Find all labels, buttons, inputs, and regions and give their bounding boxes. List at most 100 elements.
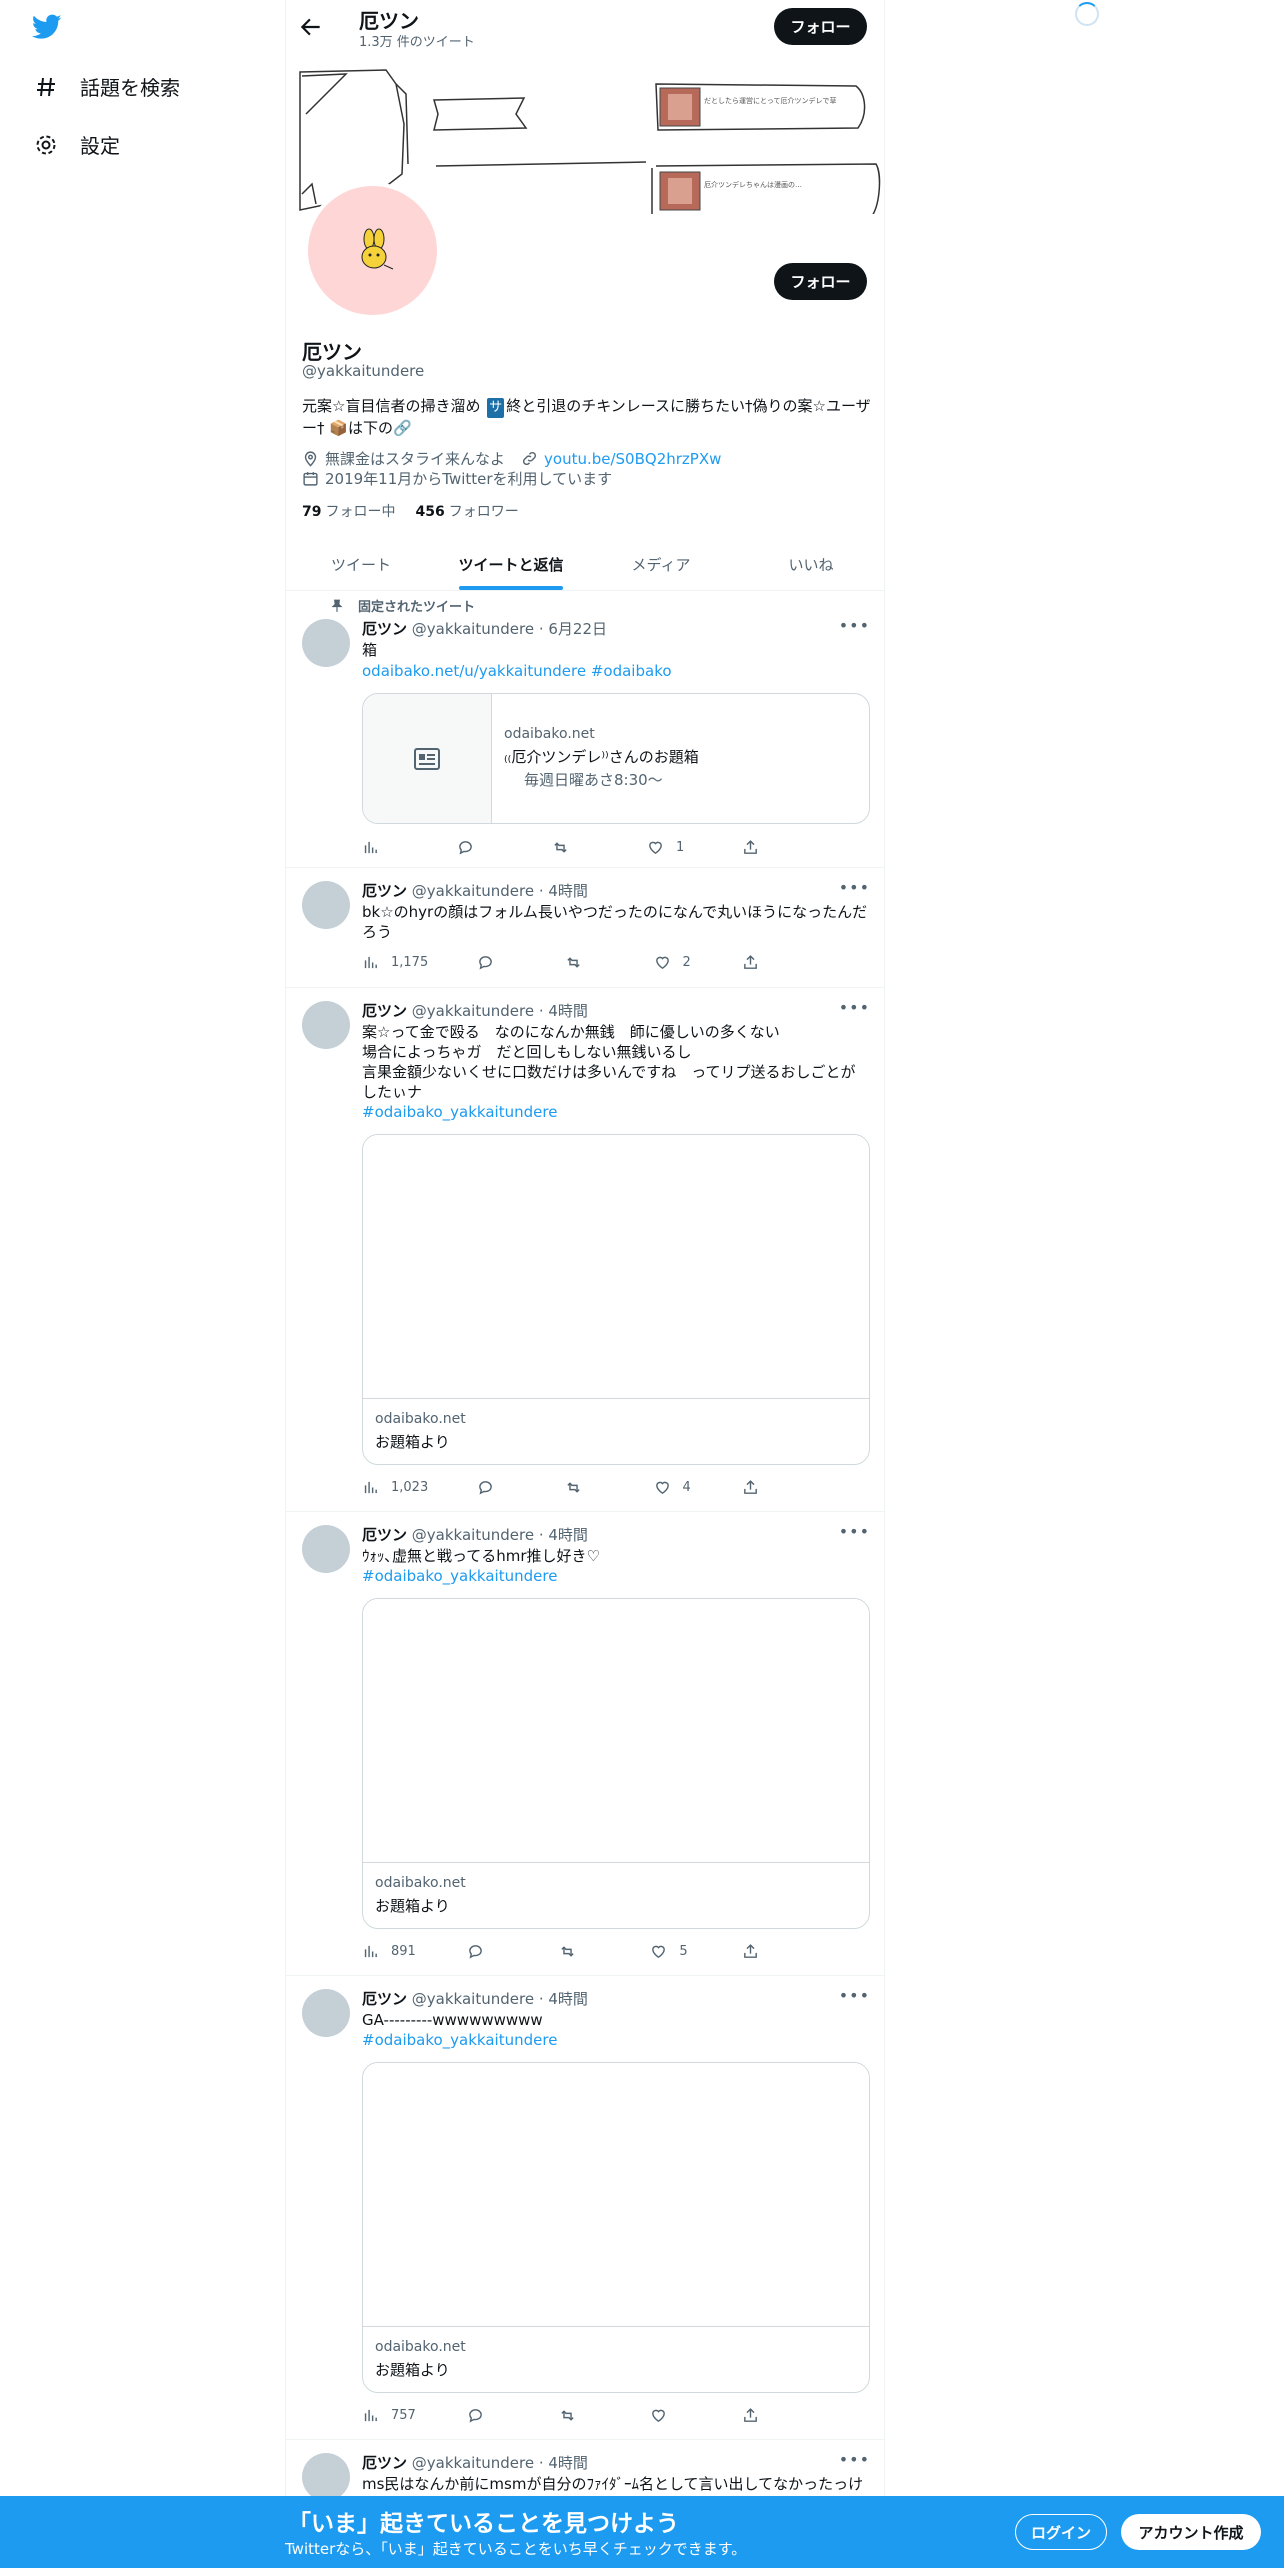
like-button[interactable]: 1: [647, 839, 687, 856]
reply-icon: [469, 1945, 483, 1959]
login-button[interactable]: ログイン: [1015, 2514, 1107, 2550]
topbar-follow-button[interactable]: フォロー: [774, 8, 867, 45]
more-options-icon[interactable]: •••: [839, 878, 870, 897]
tweet-item[interactable]: 厄ツン @yakkaitundere · 4時間 ••• 案☆って金で殴る なの…: [286, 988, 884, 1512]
profile-avatar[interactable]: [304, 182, 441, 319]
tweet-item[interactable]: 厄ツン @yakkaitundere · 4時間 ••• ｳｫｯ､虚無と戦ってる…: [286, 1512, 884, 1976]
views-button[interactable]: 757: [362, 2407, 416, 2424]
retweet-button[interactable]: [565, 954, 605, 971]
back-arrow-icon[interactable]: [298, 14, 324, 40]
tab-tweets-and-replies[interactable]: ツイートと返信: [436, 538, 586, 590]
banner-note-2: 厄介ツンデレちゃんは漫画の…: [704, 181, 802, 189]
following-link[interactable]: 79 フォロー中: [302, 501, 395, 521]
retweet-button[interactable]: [559, 2407, 599, 2424]
views-button[interactable]: 891: [362, 1943, 416, 1960]
like-button[interactable]: 4: [654, 1479, 694, 1496]
tweet-header: 厄ツン @yakkaitundere · 4時間: [362, 1526, 588, 1544]
retweet-button[interactable]: [565, 1479, 605, 1496]
profile-follow-button[interactable]: フォロー: [774, 263, 867, 300]
article-icon: [414, 747, 440, 770]
retweet-button[interactable]: [552, 839, 592, 856]
tab-tweets[interactable]: ツイート: [286, 538, 436, 590]
heart-icon: [652, 2409, 666, 2423]
tweet-item[interactable]: 厄ツン @yakkaitundere · 4時間 ••• GA---------…: [286, 1976, 884, 2440]
tweet-avatar[interactable]: [302, 1989, 350, 2037]
profile-tabs: ツイート ツイートと返信 メディア いいね: [286, 538, 884, 591]
topbar-name: 厄ツン: [359, 9, 419, 33]
share-button[interactable]: [742, 839, 782, 856]
retweet-button[interactable]: [559, 1943, 599, 1960]
profile-url-link[interactable]: youtu.be/S0BQ2hrzPXw: [544, 450, 721, 468]
link-card[interactable]: odaibako.net お題箱より: [362, 1598, 870, 1929]
tweet-header: 厄ツン @yakkaitundere · 4時間: [362, 2454, 588, 2472]
reply-icon: [478, 1481, 492, 1495]
tweet-actions: 757: [362, 2407, 782, 2424]
share-button[interactable]: [742, 1943, 782, 1960]
more-options-icon[interactable]: •••: [839, 1522, 870, 1541]
more-options-icon[interactable]: •••: [839, 1986, 870, 2005]
twitter-logo-icon[interactable]: [32, 14, 62, 40]
link-card[interactable]: odaibako.net お題箱より: [362, 1134, 870, 1465]
nav-explore[interactable]: 話題を検索: [34, 72, 180, 101]
link-card[interactable]: odaibako.net お題箱より: [362, 2062, 870, 2393]
like-button[interactable]: 2: [654, 954, 694, 971]
tab-likes[interactable]: いいね: [736, 538, 884, 590]
reply-icon: [478, 956, 492, 970]
like-button[interactable]: [650, 2407, 690, 2424]
reply-button[interactable]: [477, 954, 517, 971]
tweet-avatar[interactable]: [302, 1525, 350, 1573]
profile-name: 厄ツン: [302, 340, 362, 364]
tweet-item[interactable]: 厄ツン @yakkaitundere · 4時間 ••• bk☆のhyrの顔はフ…: [286, 868, 884, 988]
more-options-icon[interactable]: •••: [839, 998, 870, 1017]
signup-subtext: Twitterなら、「いま」起きていることをいち早くチェックできます。: [285, 2540, 747, 2558]
reply-button[interactable]: [467, 1943, 507, 1960]
share-button[interactable]: [742, 2407, 782, 2424]
reply-icon: [469, 2409, 483, 2423]
views-button[interactable]: 1,175: [362, 954, 428, 971]
tab-media[interactable]: メディア: [586, 538, 736, 590]
views-button[interactable]: [362, 839, 402, 856]
card-domain: odaibako.net: [504, 726, 595, 742]
profile-location-row: 無課金はスタライ来んなよ youtu.be/S0BQ2hrzPXw: [302, 448, 721, 469]
card-domain: odaibako.net: [375, 1411, 466, 1427]
share-icon: [744, 2408, 757, 2422]
followers-link[interactable]: 456 フォロワー: [415, 501, 518, 521]
retweet-icon: [567, 1482, 580, 1493]
tweet-hashtag[interactable]: #odaibako_yakkaitundere: [362, 2030, 870, 2050]
share-button[interactable]: [742, 954, 782, 971]
reply-button[interactable]: [457, 839, 497, 856]
more-options-icon[interactable]: •••: [839, 2450, 870, 2469]
views-button[interactable]: 1,023: [362, 1479, 428, 1496]
nav-settings[interactable]: 設定: [34, 130, 120, 159]
card-media: [363, 1135, 869, 1399]
tweet-links[interactable]: odaibako.net/u/yakkaitundere #odaibako: [362, 661, 870, 681]
tweet-count: 1.3万 件のツイート: [359, 35, 475, 50]
tweet-header: 厄ツン @yakkaitundere · 6月22日: [362, 620, 607, 638]
card-description: 毎週日曜あさ8:30〜: [524, 771, 663, 789]
tweet-actions: 1,023 4: [362, 1479, 782, 1496]
like-button[interactable]: 5: [650, 1943, 690, 1960]
link-icon: [522, 451, 537, 466]
reply-button[interactable]: [467, 2407, 507, 2424]
profile-location: 無課金はスタライ来んなよ: [325, 450, 506, 468]
tweet-item[interactable]: 厄ツン @yakkaitundere · 6月22日 ••• 箱 odaibak…: [286, 591, 884, 868]
share-button[interactable]: [742, 1479, 782, 1496]
link-card[interactable]: odaibako.net ₍₍厄介ツンデレ⁾⁾さんのお題箱 毎週日曜あさ8:30…: [362, 693, 870, 824]
reply-button[interactable]: [477, 1479, 517, 1496]
tweet-avatar[interactable]: [302, 881, 350, 929]
tweet-actions: 1,175 2: [362, 954, 782, 971]
tweet-text: GA---------wwwwwwwww #odaibako_yakkaitun…: [362, 2010, 870, 2050]
profile-bio: 元案☆盲目信者の掃き溜め サ終と引退のチキンレースに勝ちたい†偽りの案☆ユーザー…: [302, 396, 872, 438]
tweet-avatar[interactable]: [302, 2453, 350, 2501]
retweet-icon: [561, 1946, 574, 1957]
calendar-icon: [303, 472, 318, 486]
card-domain: odaibako.net: [375, 2339, 466, 2355]
tweet-hashtag[interactable]: #odaibako_yakkaitundere: [362, 1102, 870, 1122]
tweet-avatar[interactable]: [302, 619, 350, 667]
tweet-avatar[interactable]: [302, 1001, 350, 1049]
tweet-hashtag[interactable]: #odaibako_yakkaitundere: [362, 1566, 870, 1586]
create-account-button[interactable]: アカウント作成: [1121, 2514, 1261, 2550]
bar-chart-icon: [364, 1945, 377, 1958]
more-options-icon[interactable]: •••: [839, 616, 870, 635]
share-icon: [744, 1944, 757, 1958]
